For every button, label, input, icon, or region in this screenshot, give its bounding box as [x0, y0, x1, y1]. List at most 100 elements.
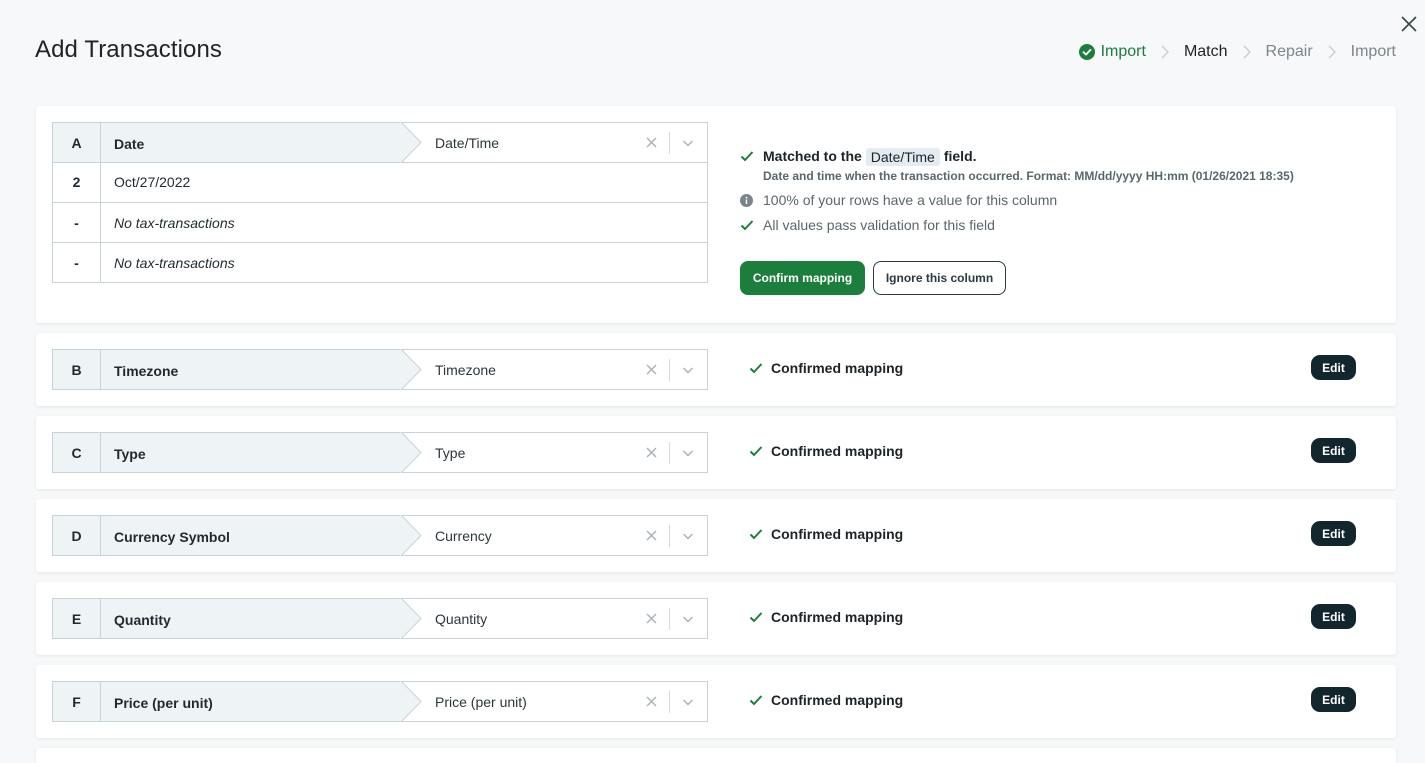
clear-icon[interactable]	[645, 612, 658, 625]
step-import[interactable]: Import	[1078, 43, 1146, 61]
status-text: Confirmed mapping	[771, 609, 904, 625]
column-letter: B	[53, 350, 101, 389]
step-label: Import	[1100, 43, 1146, 60]
clear-icon[interactable]	[645, 695, 658, 708]
stepper: Import Match Repair Import	[1078, 41, 1396, 63]
mapping-card: F Price (per unit) Price (per unit) Conf…	[36, 665, 1396, 738]
column-letter: F	[53, 682, 101, 721]
confirmed-status: Confirmed mapping	[749, 443, 903, 459]
chevron-down-icon[interactable]	[682, 137, 694, 149]
arrow-icon	[400, 349, 422, 390]
mapping-bar: A Date Date/Time	[52, 122, 708, 163]
status-text: Confirmed mapping	[771, 692, 904, 708]
column-name: Type	[101, 433, 401, 472]
edit-button[interactable]: Edit	[1311, 438, 1356, 463]
chevron-down-icon[interactable]	[682, 364, 694, 376]
row-number: 2	[53, 162, 101, 202]
row-value: Oct/27/2022	[114, 174, 191, 190]
arrow-icon	[400, 515, 422, 556]
edit-button[interactable]: Edit	[1311, 687, 1356, 712]
arrow-icon	[400, 122, 422, 163]
chevron-down-icon[interactable]	[682, 530, 694, 542]
arrow-icon	[400, 432, 422, 473]
check-icon	[749, 528, 763, 540]
matched-field-badge: Date/Time	[865, 148, 940, 166]
match-summary: Matched to the Date/Time field.	[740, 148, 1380, 166]
mapping-card: D Currency Symbol Currency Confirmed map…	[36, 499, 1396, 572]
match-prefix: Matched to the	[763, 148, 862, 164]
chevron-right-icon	[1243, 45, 1251, 59]
chevron-right-icon	[1328, 45, 1336, 59]
field-select-value[interactable]: Timezone	[435, 350, 496, 389]
mapping-bar: F Price (per unit) Price (per unit)	[52, 681, 708, 722]
row-number: -	[53, 243, 101, 282]
mapping-card: C Type Type Confirmed mapping Edit	[36, 416, 1396, 489]
clear-icon[interactable]	[645, 136, 658, 149]
column-letter: A	[53, 123, 101, 162]
row-number: -	[53, 203, 101, 242]
check-icon	[749, 611, 763, 623]
mapping-bar: B Timezone Timezone	[52, 349, 708, 390]
edit-button[interactable]: Edit	[1311, 355, 1356, 380]
mapping-card: E Quantity Quantity Confirmed mapping Ed…	[36, 582, 1396, 655]
ignore-column-button[interactable]: Ignore this column	[873, 261, 1006, 295]
close-icon[interactable]	[1400, 15, 1418, 33]
step-label: Repair	[1265, 43, 1313, 60]
confirm-mapping-button[interactable]: Confirm mapping	[740, 261, 865, 295]
step-match[interactable]: Match	[1184, 43, 1228, 61]
arrow-icon	[400, 681, 422, 722]
validation-line: All values pass validation for this fiel…	[740, 217, 1380, 233]
field-select-value[interactable]: Date/Time	[435, 123, 499, 162]
match-suffix: field.	[943, 148, 977, 164]
mapping-card-partial	[36, 748, 1396, 763]
coverage-line: 100% of your rows have a value for this …	[740, 192, 1380, 208]
status-text: Confirmed mapping	[771, 443, 904, 459]
step-repair[interactable]: Repair	[1266, 43, 1313, 61]
edit-button[interactable]: Edit	[1311, 521, 1356, 546]
divider	[669, 608, 670, 630]
divider	[669, 442, 670, 464]
mapping-card: B Timezone Timezone Confirmed mapping Ed…	[36, 333, 1396, 406]
mapping-bar: D Currency Symbol Currency	[52, 515, 708, 556]
chevron-down-icon[interactable]	[682, 696, 694, 708]
step-label: Import	[1350, 43, 1396, 60]
check-circle-icon	[1078, 44, 1095, 60]
info-icon	[740, 192, 754, 207]
clear-icon[interactable]	[645, 529, 658, 542]
check-icon	[749, 445, 763, 457]
status-text: Confirmed mapping	[771, 360, 904, 376]
clear-icon[interactable]	[645, 446, 658, 459]
check-icon	[740, 217, 754, 231]
clear-icon[interactable]	[645, 363, 658, 376]
step-import-final[interactable]: Import	[1351, 43, 1396, 61]
field-select-value[interactable]: Price (per unit)	[435, 682, 527, 721]
field-select-value[interactable]: Quantity	[435, 599, 487, 638]
status-text: Confirmed mapping	[771, 526, 904, 542]
step-label: Match	[1183, 43, 1228, 60]
field-select-value[interactable]: Type	[435, 433, 465, 472]
chevron-down-icon[interactable]	[682, 447, 694, 459]
sample-rows: 2 Oct/27/2022 - No tax-transactions - No…	[52, 162, 708, 283]
confirmed-status: Confirmed mapping	[749, 360, 903, 376]
table-row: - No tax-transactions	[53, 202, 707, 242]
page-title: Add Transactions	[35, 36, 223, 63]
validation-text: All values pass validation for this fiel…	[763, 217, 995, 233]
table-row: - No tax-transactions	[53, 242, 707, 282]
confirmed-status: Confirmed mapping	[749, 526, 903, 542]
field-select-value[interactable]: Currency	[435, 516, 492, 555]
column-letter: C	[53, 433, 101, 472]
chevron-down-icon[interactable]	[682, 613, 694, 625]
column-name: Price (per unit)	[101, 682, 401, 721]
column-name: Date	[101, 123, 401, 162]
confirmed-status: Confirmed mapping	[749, 609, 903, 625]
divider	[669, 691, 670, 713]
column-letter: D	[53, 516, 101, 555]
divider	[669, 132, 670, 154]
mapping-bar: C Type Type	[52, 432, 708, 473]
column-name: Currency Symbol	[101, 516, 401, 555]
column-name: Timezone	[101, 350, 401, 389]
coverage-text: 100% of your rows have a value for this …	[763, 192, 1058, 208]
divider	[669, 359, 670, 381]
arrow-icon	[400, 598, 422, 639]
edit-button[interactable]: Edit	[1311, 604, 1356, 629]
